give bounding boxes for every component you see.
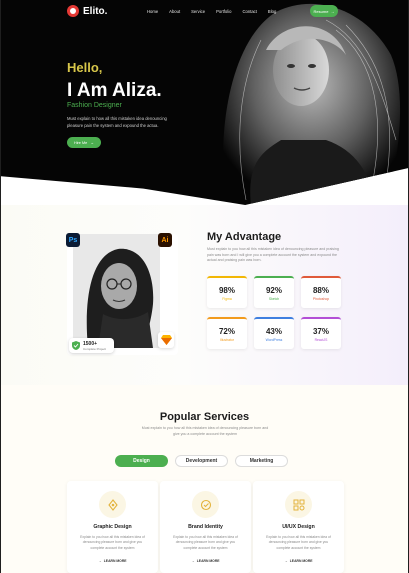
hero-greeting: Hello, (67, 60, 103, 75)
nav-link-blog[interactable]: Blog (268, 9, 276, 14)
nav-link-service[interactable]: Service (191, 9, 205, 14)
brand-name: Elito. (83, 5, 108, 17)
hero-role: Fashion Designer (67, 102, 122, 109)
projects-label: Complete Project (83, 346, 107, 351)
pen-tool-icon (99, 491, 126, 518)
skill-stat-label: Sketch (268, 296, 280, 301)
arrow-right-icon: → (330, 8, 335, 14)
arrow-right-icon: → (90, 140, 95, 145)
hero-section: Elito. Home About Service Portfolio Cont… (1, 0, 408, 205)
hero-portrait-image (223, 4, 401, 205)
learn-more-label: LEARN MORE (196, 559, 220, 563)
learn-more-label: LEARN MORE (289, 559, 313, 563)
services-section: Popular Services Must explain to you how… (1, 385, 408, 573)
tab-marketing[interactable]: Marketing (235, 455, 288, 467)
hire-me-button[interactable]: Hire Me → (67, 137, 101, 148)
service-card-text: Explain to you how all this mistaken ide… (266, 535, 331, 550)
tab-development[interactable]: Development (175, 455, 228, 467)
service-card-ui-ux-design[interactable]: UI/UX Design Explain to you how all this… (253, 481, 344, 573)
hire-me-label: Hire Me (73, 140, 88, 145)
nav-menu: Home About Service Portfolio Contact Blo… (147, 9, 276, 14)
nav-link-contact[interactable]: Contact (242, 9, 256, 14)
skill-stat-label: WordPress (265, 337, 283, 342)
skill-stat-value: 92% (265, 285, 282, 295)
skill-stat-label: Illustrator (220, 337, 234, 342)
learn-more-link[interactable]: → LEARN MORE (253, 559, 344, 563)
sketch-icon (158, 332, 174, 348)
skill-stat-value: 72% (218, 326, 235, 336)
nav-link-home[interactable]: Home (147, 9, 158, 14)
nav-link-about[interactable]: About (169, 9, 180, 14)
service-card-graphic-design[interactable]: Graphic Design Explain to you how all th… (67, 481, 158, 573)
service-card-title: UI/UX Design (282, 524, 315, 530)
resume-label: Resume (313, 8, 329, 14)
skill-stat-value: 37% (312, 326, 329, 336)
profile-photo-card: Ps Ai 1500+ Complete Project (66, 233, 178, 355)
skill-stat-label: Photoshop (312, 296, 330, 301)
service-card-title: Brand Identity (188, 524, 223, 530)
brand-logo[interactable]: Elito. (67, 5, 107, 17)
logo-icon (67, 5, 79, 17)
learn-more-link[interactable]: → LEARN MORE (160, 559, 251, 563)
photoshop-badge: Ps (66, 233, 80, 247)
skill-stat-label: ReactJS (314, 337, 328, 342)
advantage-title: My Advantage (207, 231, 282, 243)
projects-badge: 1500+ Complete Project (69, 338, 114, 353)
skill-stat-card: 98% Figma (207, 276, 247, 308)
skill-stat-card: 37% ReactJS (301, 317, 341, 349)
skill-stat-card: 92% Sketch (254, 276, 294, 308)
advantage-section: Ps Ai 1500+ Complete Project My Advantag… (1, 205, 408, 385)
layout-icon (285, 491, 312, 518)
nav-link-portfolio[interactable]: Portfolio (216, 9, 231, 14)
illustrator-badge: Ai (158, 233, 172, 247)
shield-check-icon (72, 341, 80, 350)
skill-stat-card: 72% Illustrator (207, 317, 247, 349)
services-text: Must explain to you how all this mistake… (141, 426, 269, 436)
brand-icon (192, 491, 219, 518)
profile-portrait-image (73, 234, 160, 348)
advantage-text: Must explain to you how all this mistake… (207, 247, 339, 263)
hero-intro: Must explain to how all this mistaken id… (67, 116, 167, 128)
hero-name: I Am Aliza. (67, 80, 162, 101)
service-card-title: Graphic Design (93, 524, 132, 530)
services-title: Popular Services (159, 411, 250, 423)
resume-button[interactable]: Resume → (310, 5, 338, 17)
skill-stat-value: 88% (312, 285, 329, 295)
skill-stat-label: Figma (222, 296, 232, 301)
top-navbar: Elito. Home About Service Portfolio Cont… (1, 0, 408, 24)
portfolio-page: Elito. Home About Service Portfolio Cont… (1, 0, 408, 573)
skill-stat-card: 88% Photoshop (301, 276, 341, 308)
tab-design[interactable]: Design (115, 455, 168, 467)
service-card-brand-identity[interactable]: Brand Identity Explain to you how all th… (160, 481, 251, 573)
learn-more-link[interactable]: → LEARN MORE (67, 559, 158, 563)
skill-stat-value: 98% (218, 285, 235, 295)
learn-more-label: LEARN MORE (103, 559, 127, 563)
skill-stat-card: 43% WordPress (254, 317, 294, 349)
skill-stat-value: 43% (265, 326, 282, 336)
service-card-text: Explain to you how all this mistaken ide… (173, 535, 238, 550)
service-card-text: Explain to you how all this mistaken ide… (80, 535, 145, 550)
